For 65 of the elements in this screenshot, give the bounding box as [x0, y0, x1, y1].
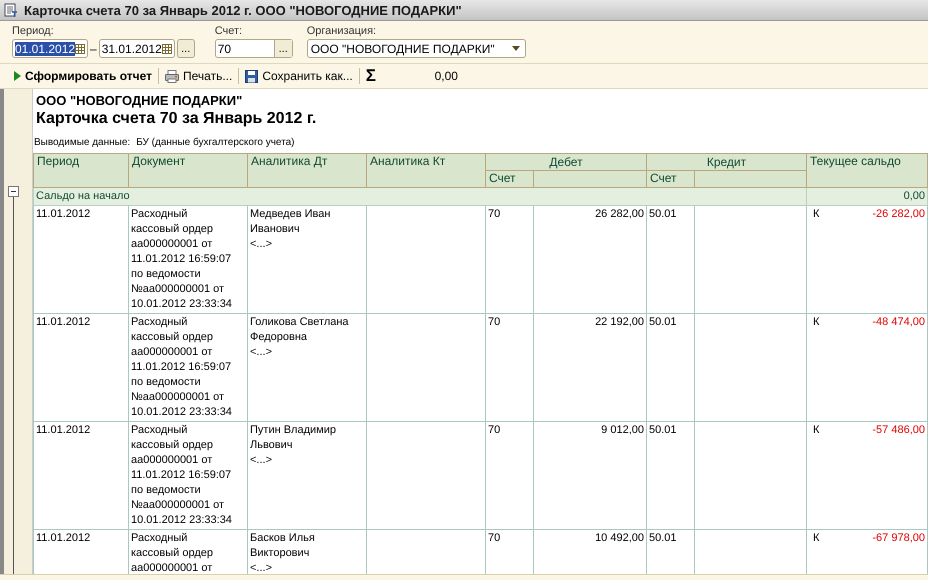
table-cell: 70: [486, 422, 534, 530]
period-label: Период:: [12, 25, 55, 37]
table-cell: 11.01.2012: [34, 206, 128, 314]
column-header: Счет: [646, 170, 694, 188]
sum-value: 0,00: [434, 69, 458, 83]
column-header: Период: [34, 154, 128, 188]
table-cell: 70: [486, 206, 534, 314]
table-cell: 50.01: [646, 206, 694, 314]
table-cell: К: [813, 531, 820, 546]
table-cell: 22 192,00: [534, 314, 646, 422]
opening-balance-label: Сальдо на начало: [34, 188, 806, 206]
table-cell: 70: [486, 314, 534, 422]
window-title: Карточка счета 70 за Январь 2012 г. ООО "НОВОГОДНИЕ ПОДАРКИ": [24, 2, 462, 18]
period-select-button[interactable]: ...: [176, 39, 195, 58]
table-cell: Расходный кассовый ордер аа000000001 от 11.01.2012 16:59:07 по ведомости №аа000000001 от 10.01.2012 23:33:34: [128, 206, 248, 314]
printer-icon: [165, 70, 180, 82]
table-cell: Расходный кассовый ордер аа000000001 от 11.01.2012 16:59:07 по ведомости №аа000000001 от 10.01.2012 23:33:34: [128, 314, 248, 422]
sum-sign: Σ: [366, 66, 376, 86]
document-icon: [4, 3, 18, 17]
date-from-field[interactable]: 01.01.2012: [12, 39, 88, 58]
date-to-field[interactable]: 31.01.2012: [98, 39, 175, 58]
table-cell: К: [813, 423, 820, 438]
save-as-button[interactable]: Сохранить как...: [241, 69, 357, 83]
organization-label: Организация:: [306, 25, 378, 37]
table-cell: 9 012,00: [534, 422, 646, 530]
generate-report-button[interactable]: Сформировать отчет: [10, 69, 156, 83]
calendar-icon[interactable]: [75, 44, 86, 54]
column-header: Дебет: [486, 154, 646, 170]
table-cell: Медведев Иван Иванович <...>: [248, 206, 366, 314]
organization-dropdown[interactable]: ООО "НОВОГОДНИЕ ПОДАРКИ": [306, 39, 526, 58]
opening-balance-value: 0,00: [806, 188, 928, 206]
table-cell: 11.01.2012: [34, 422, 128, 530]
account-field[interactable]: 70 ...: [214, 39, 293, 58]
table-cell: 50.01: [646, 422, 694, 530]
table-cell: 50.01: [646, 314, 694, 422]
table-cell: К: [813, 207, 820, 222]
column-header: Кредит: [646, 154, 806, 170]
table-cell: -67 978,00: [872, 531, 925, 546]
collapse-toggle[interactable]: [8, 186, 19, 197]
table-cell: 11.01.2012: [34, 314, 128, 422]
account-label: Счет:: [214, 25, 244, 37]
dropdown-arrow-icon[interactable]: [512, 46, 520, 51]
minus-icon: [11, 191, 16, 192]
calendar-icon[interactable]: [162, 44, 172, 54]
account-select-button[interactable]: ...: [274, 40, 292, 57]
table-cell: -48 474,00: [872, 315, 925, 330]
table-cell: Путин Владимир Львович <...>: [248, 422, 366, 530]
table-cell: К: [813, 315, 820, 330]
table-cell: 26 282,00: [534, 206, 646, 314]
column-header: Аналитика Дт: [248, 154, 366, 188]
column-header: Текущее сальдо: [806, 154, 928, 188]
print-button[interactable]: Печать...: [161, 69, 236, 83]
column-header: Аналитика Кт: [366, 154, 486, 188]
table-cell: -57 486,00: [872, 423, 925, 438]
table-cell: Голикова Светлана Федоровна <...>: [248, 314, 366, 422]
range-dash: –: [90, 42, 97, 56]
output-data-label: Выводимые данные:: [34, 137, 130, 150]
report-organization: ООО "НОВОГОДНИЕ ПОДАРКИ": [35, 92, 244, 108]
play-icon: [14, 71, 21, 81]
table-cell: -26 282,00: [872, 207, 925, 222]
table-cell: Расходный кассовый ордер аа000000001 от 11.01.2012 16:59:07 по ведомости №аа000000001 от 10.01.2012 23:33:34: [128, 422, 248, 530]
output-data-value: БУ (данные бухгалтерского учета): [136, 137, 295, 150]
report-title: Карточка счета 70 за Январь 2012 г.: [35, 109, 318, 129]
column-header: Документ: [128, 154, 248, 188]
column-header: Счет: [486, 170, 534, 188]
